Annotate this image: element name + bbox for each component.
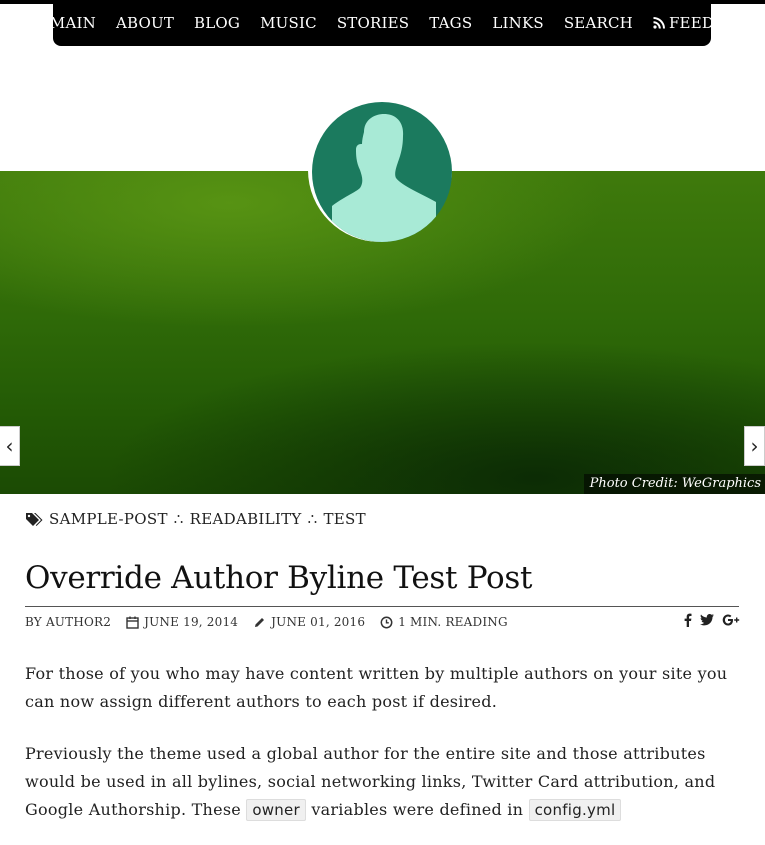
chevron-left-icon: ‹: [5, 434, 14, 458]
nav-blog[interactable]: BLOG: [184, 14, 250, 32]
post-paragraph: Previously the theme used a global autho…: [25, 744, 716, 821]
inline-code: config.yml: [528, 799, 622, 821]
tag-separator: ∴: [307, 510, 318, 528]
carousel-prev-button[interactable]: ‹: [0, 426, 20, 466]
clock-icon: [380, 616, 393, 628]
facebook-icon[interactable]: [683, 613, 692, 627]
nav-about[interactable]: ABOUT: [106, 14, 184, 32]
tag-separator: ∴: [173, 510, 184, 528]
nav-music[interactable]: MUSIC: [250, 14, 327, 32]
tag-link[interactable]: READABILITY: [190, 510, 302, 528]
author-avatar: [308, 98, 452, 242]
post-title: Override Author Byline Test Post: [25, 560, 533, 596]
nav-stories[interactable]: STORIES: [327, 14, 419, 32]
reading-time: 1 MIN. READING: [380, 615, 508, 629]
calendar-icon: [126, 616, 139, 629]
nav-main[interactable]: MAIN: [40, 14, 106, 32]
twitter-icon[interactable]: [700, 614, 714, 626]
updated-date: JUNE 01, 2016: [253, 615, 365, 629]
main-navigation: MAIN ABOUT BLOG MUSIC STORIES TAGS LINKS…: [50, 0, 714, 46]
pencil-icon: [255, 617, 265, 627]
social-share: [683, 613, 740, 627]
nav-links[interactable]: LINKS: [482, 14, 554, 32]
post-meta: BY AUTHOR2 JUNE 19, 2014 JUNE 01, 2016 1…: [25, 615, 518, 629]
tag-link[interactable]: SAMPLE-POST: [49, 510, 168, 528]
person-silhouette-icon: [332, 114, 436, 242]
google-plus-icon[interactable]: [722, 614, 740, 626]
nav-tags[interactable]: TAGS: [419, 14, 482, 32]
photo-credit: Photo Credit: WeGraphics: [583, 474, 765, 494]
post-paragraph: For those of you who may have content wr…: [25, 664, 728, 711]
carousel-next-button[interactable]: ›: [744, 426, 765, 466]
nav-search[interactable]: SEARCH: [554, 14, 643, 32]
nav-feed[interactable]: FEED: [643, 14, 724, 32]
rss-icon: [653, 17, 665, 29]
photo-credit-link[interactable]: WeGraphics: [682, 476, 761, 491]
inline-code: owner: [246, 799, 306, 821]
tags-icon: [26, 513, 43, 526]
published-date: JUNE 19, 2014: [126, 615, 238, 629]
chevron-right-icon: ›: [750, 434, 759, 458]
title-divider: [25, 606, 739, 607]
author-byline: BY AUTHOR2: [25, 615, 112, 629]
tag-link[interactable]: TEST: [323, 510, 365, 528]
post-tags: SAMPLE-POST ∴ READABILITY ∴ TEST: [25, 510, 366, 528]
